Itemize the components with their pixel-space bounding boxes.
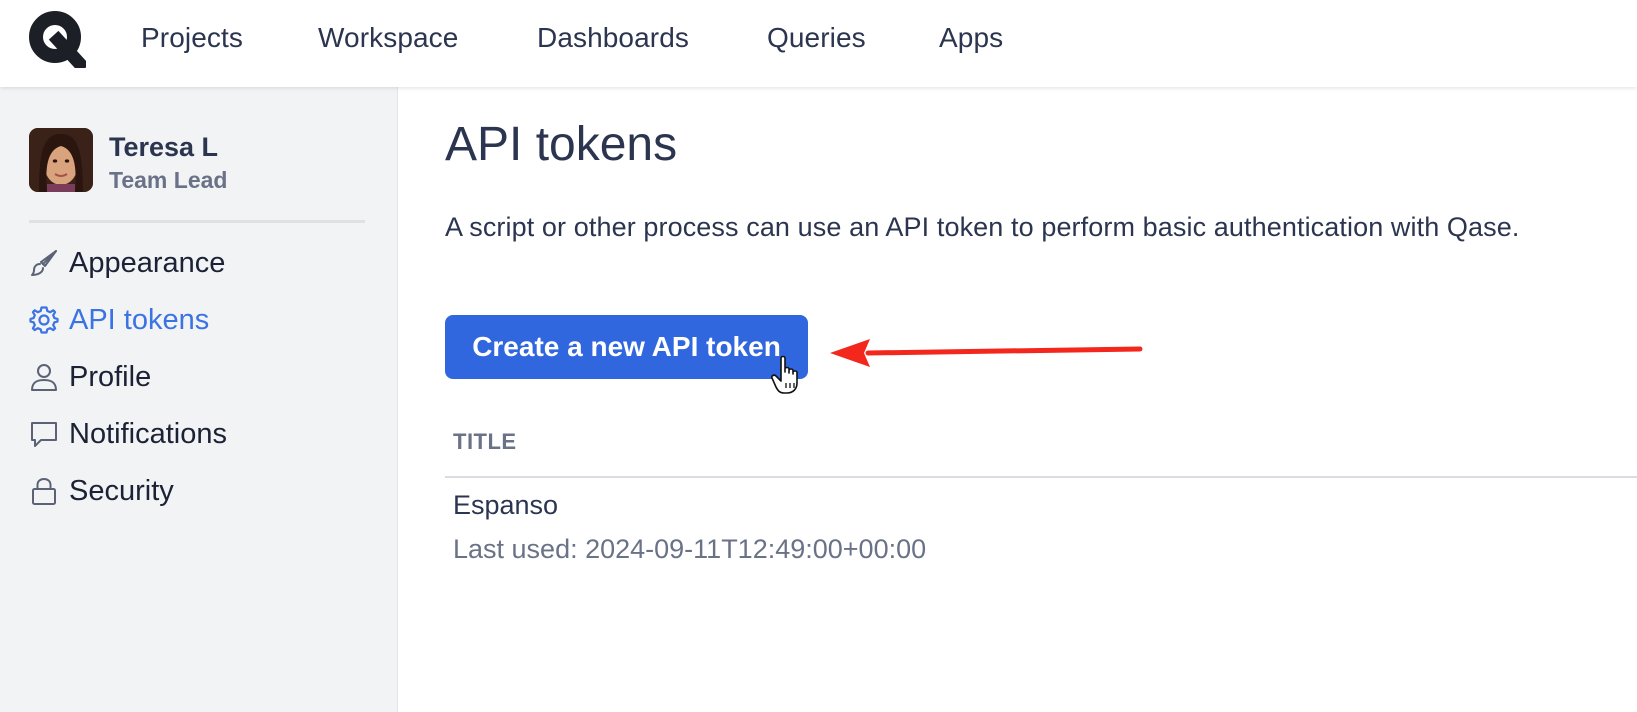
sidebar-item-label: Appearance: [69, 246, 226, 279]
sidebar-item-label: Profile: [69, 360, 152, 393]
nav-workspace[interactable]: Workspace: [318, 22, 458, 54]
sidebar-item-notifications[interactable]: Notifications: [29, 417, 227, 451]
nav-dashboards[interactable]: Dashboards: [537, 22, 689, 54]
user-icon: [29, 362, 59, 392]
chat-bubble-icon: [29, 419, 59, 449]
user-name: Teresa L: [109, 132, 219, 162]
token-title[interactable]: Espanso: [453, 490, 558, 521]
annotation-arrow: [828, 327, 1158, 377]
table-column-header-title: TITLE: [453, 429, 517, 454]
gear-icon: [29, 305, 59, 335]
sidebar-item-label: Notifications: [69, 417, 227, 450]
nav-queries[interactable]: Queries: [767, 22, 866, 54]
main-content: API tokens A script or other process can…: [398, 87, 1637, 712]
brush-icon: [29, 248, 59, 278]
avatar[interactable]: [29, 128, 93, 192]
sidebar-item-label: API tokens: [69, 303, 210, 336]
sidebar-item-profile[interactable]: Profile: [29, 360, 151, 394]
qase-logo-icon[interactable]: [28, 10, 90, 74]
sidebar-item-label: Security: [69, 474, 174, 507]
create-api-token-button[interactable]: Create a new API token: [445, 315, 808, 379]
settings-sidebar: Teresa L Team Lead Appearance API tokens: [0, 87, 398, 712]
hand-pointer-cursor-icon: [770, 355, 804, 395]
page-title: API tokens: [445, 118, 678, 171]
token-last-used: Last used: 2024-09-11T12:49:00+00:00: [453, 534, 927, 564]
sidebar-divider: [29, 220, 365, 223]
lock-icon: [29, 476, 59, 506]
sidebar-item-appearance[interactable]: Appearance: [29, 246, 225, 280]
page-description: A script or other process can use an API…: [445, 212, 1520, 242]
sidebar-item-api-tokens[interactable]: API tokens: [29, 303, 209, 337]
table-divider: [445, 476, 1637, 478]
top-navigation-bar: Projects Workspace Dashboards Queries Ap…: [0, 0, 1637, 87]
nav-apps[interactable]: Apps: [939, 22, 1003, 54]
user-role: Team Lead: [109, 167, 228, 193]
sidebar-item-security[interactable]: Security: [29, 474, 174, 508]
nav-projects[interactable]: Projects: [141, 22, 243, 54]
